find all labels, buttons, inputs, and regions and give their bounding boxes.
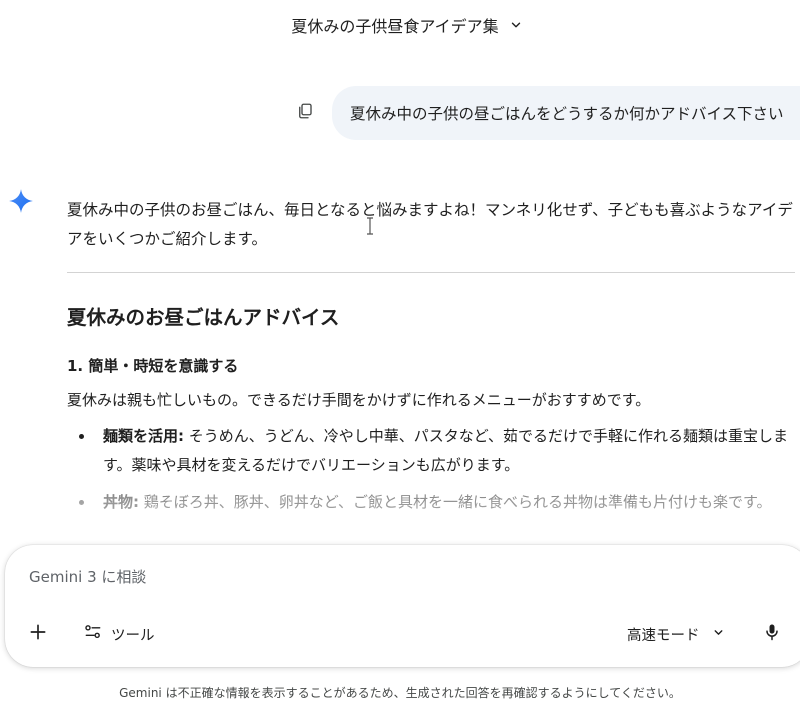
copy-icon (296, 102, 314, 124)
tip-label: 麺類を活用: (103, 427, 184, 445)
tip-text: 鶏そぼろ丼、豚丼、卵丼など、ご飯と具材を一緒に食べられる丼物は準備も片付けも楽で… (139, 493, 772, 511)
disclaimer-text: Gemini は不正確な情報を表示することがあるため、生成された回答を再確認する… (119, 686, 681, 700)
prompt-input-box: ツール 高速モード (5, 545, 800, 667)
gemini-sparkle-icon (8, 188, 34, 214)
gemini-chat-page: 夏休みの子供昼食アイデア集 夏休み中の子供の昼ごはんをどうするか何かアドバイス下… (0, 0, 800, 710)
chevron-down-icon (712, 626, 725, 643)
section-heading: 夏休みのお昼ごはんアドバイス (67, 306, 340, 329)
tools-icon (83, 622, 103, 646)
microphone-button[interactable] (757, 619, 787, 649)
tips-list: 麺類を活用: そうめん、うどん、冷やし中華、パスタなど、茹でるだけで手軽に作れる… (67, 422, 795, 517)
chat-title-menu-button[interactable]: 夏休みの子供昼食アイデア集 (281, 9, 532, 41)
plus-icon (28, 622, 48, 646)
text-cursor-icon (364, 217, 376, 235)
prompt-input[interactable] (29, 563, 629, 591)
subheading: 1. 簡単・時短を意識する (67, 357, 239, 375)
divider (67, 272, 795, 273)
tools-button[interactable]: ツール (77, 619, 161, 649)
user-message-row: 夏休み中の子供の昼ごはんをどうするか何かアドバイス下さい (292, 86, 800, 140)
chat-header: 夏休みの子供昼食アイデア集 (0, 8, 800, 42)
add-button[interactable] (23, 619, 53, 649)
chat-title: 夏休みの子供昼食アイデア集 (291, 17, 499, 36)
user-message-bubble: 夏休み中の子供の昼ごはんをどうするか何かアドバイス下さい (332, 86, 800, 140)
mode-select-button[interactable]: 高速モード (619, 619, 733, 649)
list-item: 丼物: 鶏そぼろ丼、豚丼、卵丼など、ご飯と具材を一緒に食べられる丼物は準備も片付… (67, 488, 795, 517)
response-intro: 夏休み中の子供のお昼ごはん、毎日となると悩みますよね！マンネリ化せず、子どもも喜… (67, 201, 793, 248)
tip-text: そうめん、うどん、冷やし中華、パスタなど、茹でるだけで手軽に作れる麺類は重宝しま… (103, 427, 789, 474)
list-item: 麺類を活用: そうめん、うどん、冷やし中華、パスタなど、茹でるだけで手軽に作れる… (67, 422, 795, 480)
copy-prompt-button[interactable] (292, 100, 318, 126)
chevron-down-icon (509, 18, 523, 32)
tip-label: 丼物: (103, 493, 139, 511)
tools-label: ツール (111, 627, 155, 644)
mode-label: 高速モード (627, 627, 700, 644)
sub-description: 夏休みは親も忙しいもの。できるだけ手間をかけずに作れるメニューがおすすめです。 (67, 391, 651, 409)
model-response: 夏休み中の子供のお昼ごはん、毎日となると悩みますよね！マンネリ化せず、子どもも喜… (67, 196, 795, 525)
microphone-icon (762, 622, 782, 646)
user-message-text: 夏休み中の子供の昼ごはんをどうするか何かアドバイス下さい (350, 105, 784, 123)
